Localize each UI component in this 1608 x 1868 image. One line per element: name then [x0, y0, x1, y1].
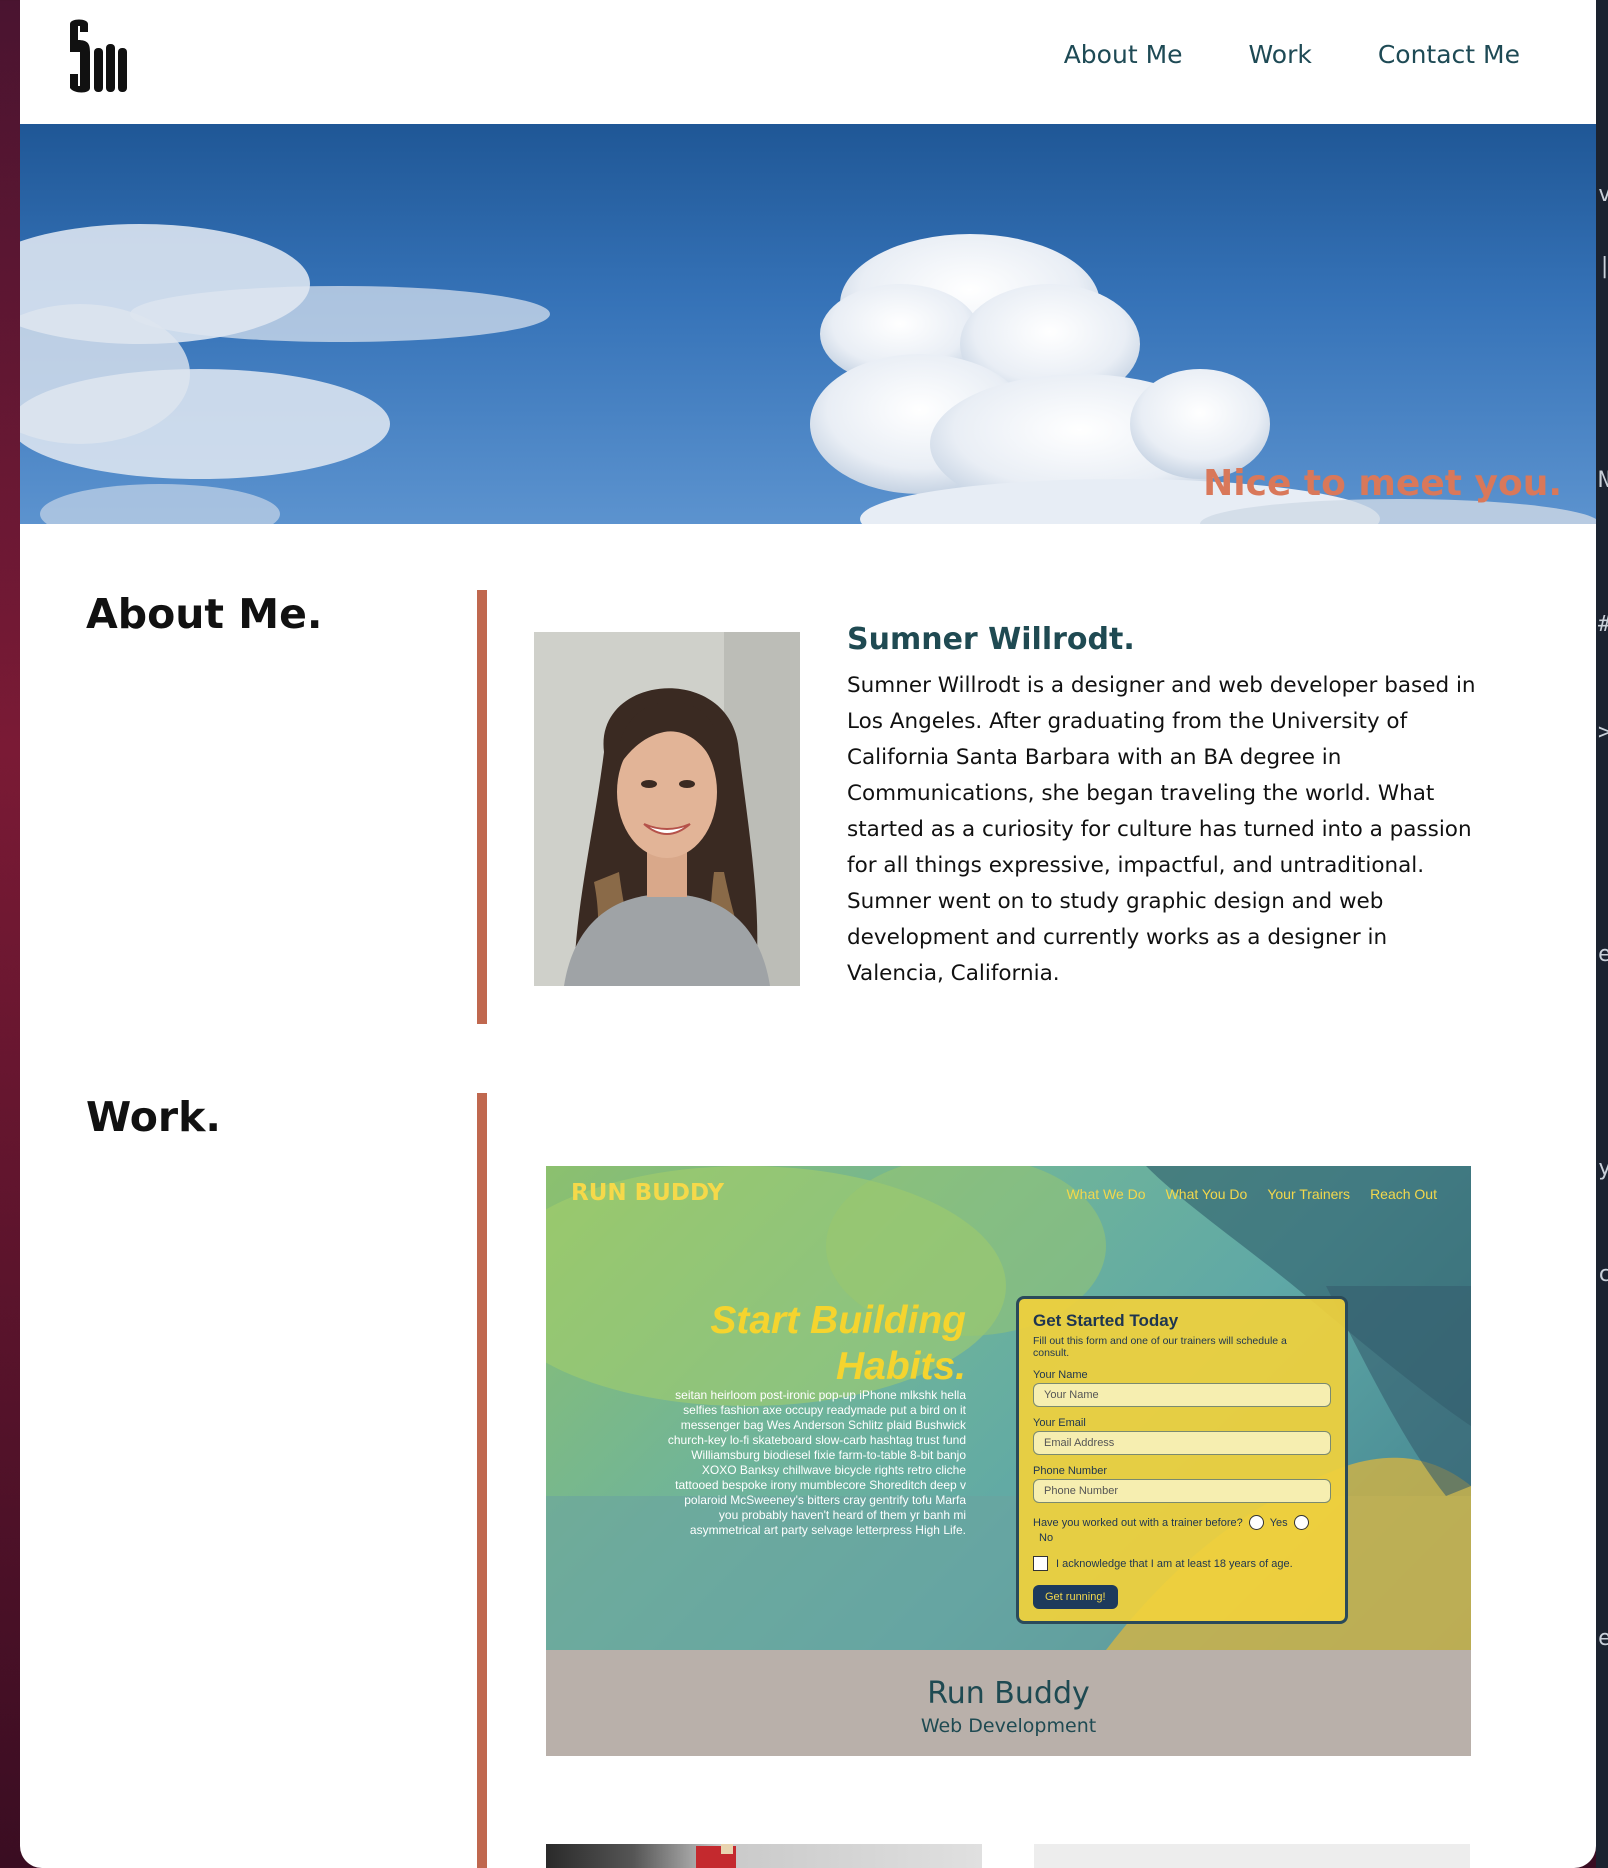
rb-signup-form: Get Started Today Fill out this form and…: [1016, 1296, 1348, 1624]
project-subtitle: Web Development: [920, 1715, 1097, 1737]
rb-age-text: I acknowledge that I am at least 18 year…: [1056, 1557, 1293, 1570]
rb-body-text: seitan heirloom post-ironic pop-up iPhon…: [667, 1388, 966, 1537]
portrait-photo: [534, 632, 800, 986]
rb-nav-item: Reach Out: [1370, 1186, 1437, 1202]
main-nav: About Me Work Contact Me: [1064, 40, 1520, 69]
rb-question-text: Have you worked out with a trainer befor…: [1033, 1516, 1243, 1529]
editor-glyph: >: [1598, 720, 1608, 745]
editor-glyph: y: [1598, 1156, 1608, 1181]
rb-no-label: No: [1039, 1532, 1054, 1544]
project-screenshot: RUN BUDDY What We Do What You Do Your Tr…: [546, 1166, 1471, 1650]
rb-name-field: Your Name: [1033, 1383, 1331, 1407]
project-thumbnail-image: [696, 1844, 736, 1868]
editor-glyph: e: [1598, 1626, 1608, 1651]
about-accent-rule: [477, 590, 487, 1024]
rb-brand-logo: RUN BUDDY: [571, 1180, 725, 1206]
rb-nav-item: Your Trainers: [1267, 1186, 1351, 1202]
rb-email-field: Email Address: [1033, 1431, 1331, 1455]
rb-trainer-question: Have you worked out with a trainer befor…: [1033, 1515, 1331, 1530]
work-heading: Work.: [86, 1093, 221, 1141]
editor-glyph: e: [1598, 942, 1608, 967]
rb-submit-button: Get running!: [1033, 1585, 1118, 1609]
rb-headline: Start Building Habits.: [646, 1298, 966, 1390]
rb-headline-line: Start Building: [710, 1299, 966, 1342]
hero-tagline: Nice to meet you.: [1203, 463, 1562, 504]
rb-email-label: Your Email: [1033, 1417, 1086, 1429]
about-heading: About Me.: [86, 590, 323, 638]
code-editor-edge: [1596, 0, 1608, 1868]
bio-text: Sumner Willrodt is a designer and web de…: [847, 673, 1476, 986]
sw-logo-icon[interactable]: [66, 18, 128, 94]
rb-age-checkbox: [1033, 1556, 1048, 1571]
project-card-run-buddy[interactable]: RUN BUDDY What We Do What You Do Your Tr…: [546, 1166, 1471, 1756]
rb-form-note: Fill out this form and one of our traine…: [1033, 1335, 1287, 1359]
bio-name: Sumner Willrodt.: [847, 622, 1135, 657]
project-thumbnail[interactable]: [1034, 1844, 1470, 1868]
rb-radio-no: [1293, 1515, 1309, 1530]
editor-glyph: |: [1598, 254, 1608, 279]
rb-nav-item: What We Do: [1066, 1186, 1146, 1202]
work-accent-rule: [477, 1093, 487, 1868]
editor-glyph: N: [1598, 468, 1608, 493]
project-title: Run Buddy: [927, 1676, 1090, 1711]
rb-form-title: Get Started Today: [1033, 1311, 1179, 1330]
project-thumbnail[interactable]: [546, 1844, 982, 1868]
hero-banner: Nice to meet you.: [20, 124, 1596, 524]
rb-nav-item: What You Do: [1165, 1186, 1248, 1202]
rb-preview-nav: What We Do What You Do Your Trainers Rea…: [1066, 1186, 1437, 1202]
rb-age-check-row: I acknowledge that I am at least 18 year…: [1033, 1556, 1331, 1571]
rb-yes-label: Yes: [1269, 1516, 1288, 1529]
site-header: About Me Work Contact Me: [20, 0, 1596, 124]
editor-glyph: v: [1598, 182, 1608, 207]
rb-name-label: Your Name: [1033, 1369, 1088, 1381]
rb-phone-label: Phone Number: [1033, 1465, 1107, 1477]
browser-page: About Me Work Contact Me Nice to meet yo…: [20, 0, 1596, 1868]
editor-glyph: #: [1598, 614, 1608, 636]
nav-about-me[interactable]: About Me: [1064, 40, 1183, 69]
rb-radio-yes: [1248, 1515, 1264, 1530]
rb-headline-line: Habits.: [835, 1345, 966, 1388]
rb-phone-field: Phone Number: [1033, 1479, 1331, 1503]
nav-work[interactable]: Work: [1249, 40, 1312, 69]
nav-contact-me[interactable]: Contact Me: [1378, 40, 1520, 69]
editor-glyph: c: [1598, 1262, 1608, 1287]
